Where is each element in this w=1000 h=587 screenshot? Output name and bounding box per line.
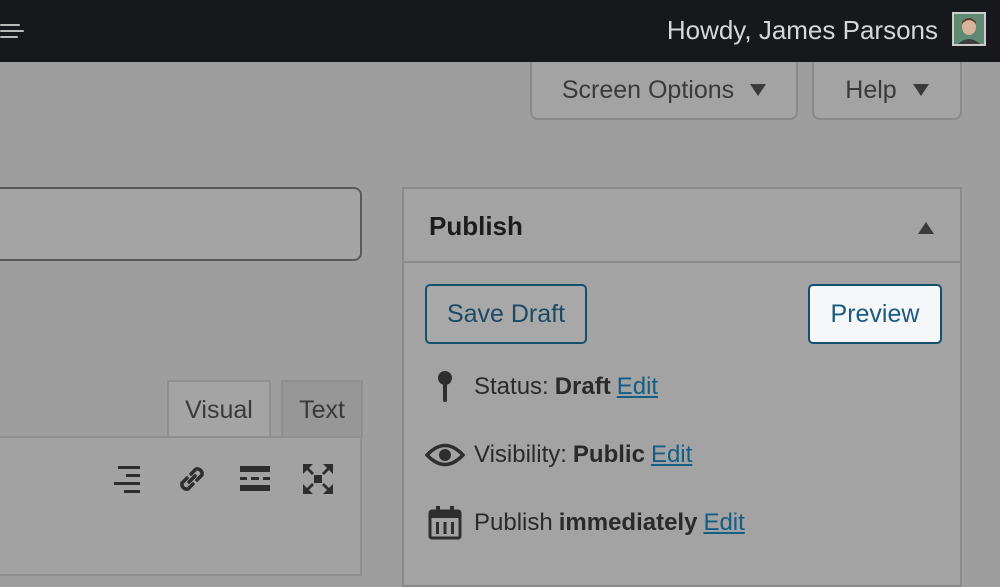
status-value: Draft <box>554 373 611 400</box>
visibility-value: Public <box>572 441 645 468</box>
caret-down-icon <box>750 84 767 96</box>
editor-toolbar <box>0 436 362 576</box>
schedule-label: Publish <box>474 509 553 536</box>
edit-visibility-link[interactable]: Edit <box>651 441 692 469</box>
link-icon[interactable] <box>172 459 212 499</box>
avatar[interactable] <box>952 12 986 46</box>
tab-visual-label: Visual <box>185 395 253 424</box>
help-label: Help <box>845 75 897 104</box>
tab-visual[interactable]: Visual <box>167 380 271 438</box>
align-right-icon[interactable] <box>107 459 147 499</box>
tab-text-label: Text <box>299 395 345 424</box>
collapse-arrow-icon[interactable] <box>918 222 934 234</box>
schedule-value: immediately <box>558 509 698 536</box>
status-row: Status: Draft Edit <box>424 367 658 407</box>
post-title-input[interactable] <box>0 187 362 261</box>
visibility-label: Visibility: <box>474 441 567 468</box>
status-label: Status: <box>474 373 549 400</box>
publish-box: Publish Save Draft Preview Status: Draft… <box>402 187 962 587</box>
screen-options-button[interactable]: Screen Options <box>530 62 798 120</box>
visibility-row: Visibility: Public Edit <box>424 435 692 475</box>
schedule-row: Publish immediately Edit <box>424 503 745 543</box>
publish-title: Publish <box>429 211 523 241</box>
publish-header: Publish <box>404 189 960 263</box>
pin-icon <box>424 367 466 407</box>
admin-bar: Howdy, James Parsons <box>0 0 1000 62</box>
user-greeting[interactable]: Howdy, James Parsons <box>667 15 938 46</box>
tab-text[interactable]: Text <box>281 380 363 438</box>
edit-schedule-link[interactable]: Edit <box>703 509 744 537</box>
save-draft-label: Save Draft <box>446 299 566 328</box>
save-draft-button[interactable]: Save Draft <box>425 284 587 344</box>
screen-options-label: Screen Options <box>561 75 735 104</box>
preview-label: Preview <box>830 299 920 328</box>
caret-down-icon <box>912 84 929 96</box>
edit-status-link[interactable]: Edit <box>617 373 658 401</box>
fullscreen-icon[interactable] <box>298 459 338 499</box>
menu-icon[interactable] <box>0 24 24 40</box>
read-more-icon[interactable] <box>235 459 275 499</box>
eye-icon <box>424 435 466 475</box>
help-button[interactable]: Help <box>812 62 962 120</box>
preview-button[interactable]: Preview <box>808 284 942 344</box>
calendar-icon <box>424 503 466 543</box>
